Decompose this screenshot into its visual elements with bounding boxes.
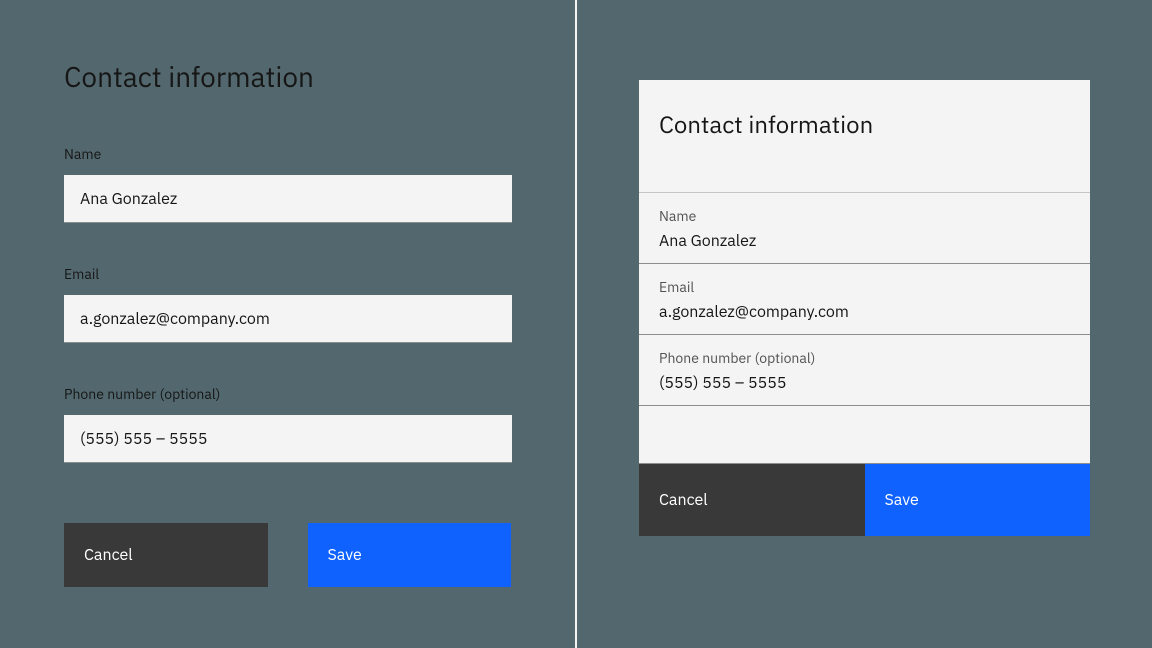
form-title: Contact information — [64, 58, 511, 95]
cancel-button[interactable]: Cancel — [64, 523, 268, 587]
cancel-button[interactable]: Cancel — [639, 464, 865, 536]
name-input[interactable] — [64, 175, 512, 223]
phone-label: Phone number (optional) — [659, 349, 1070, 367]
dialog-row-email: Email — [639, 264, 1090, 335]
dialog-spacer — [639, 406, 1090, 464]
dialog-header: Contact information — [639, 80, 1090, 193]
email-input[interactable] — [659, 302, 1070, 322]
save-button[interactable]: Save — [308, 523, 512, 587]
phone-input[interactable] — [64, 415, 512, 463]
name-input[interactable] — [659, 231, 1070, 251]
dialog-title: Contact information — [659, 108, 1070, 140]
email-label: Email — [659, 278, 1070, 296]
contact-dialog: Contact information Name Email Phone num… — [639, 80, 1090, 536]
phone-label: Phone number (optional) — [64, 385, 511, 403]
name-label: Name — [659, 207, 1070, 225]
email-label: Email — [64, 265, 511, 283]
dialog-row-phone: Phone number (optional) — [639, 335, 1090, 406]
save-button[interactable]: Save — [865, 464, 1091, 536]
contact-form-left: Contact information Name Email Phone num… — [0, 0, 575, 587]
email-input[interactable] — [64, 295, 512, 343]
phone-input[interactable] — [659, 373, 1070, 393]
name-label: Name — [64, 145, 511, 163]
dialog-button-row: Cancel Save — [639, 464, 1090, 536]
button-row: Cancel Save — [64, 523, 511, 587]
dialog-row-name: Name — [639, 193, 1090, 264]
